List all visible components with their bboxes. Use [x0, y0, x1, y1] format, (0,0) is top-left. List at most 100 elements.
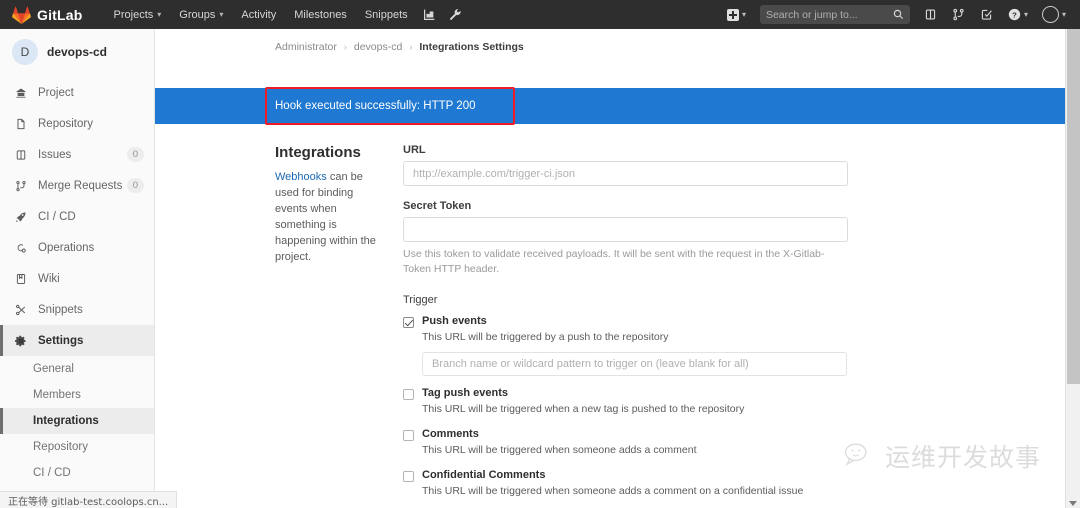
tag-push-events-label[interactable]: Tag push events	[422, 387, 863, 399]
snippets-icon	[13, 304, 29, 316]
confidential-comments-description: This URL will be triggered when someone …	[422, 484, 804, 497]
wiki-book-icon	[13, 273, 29, 285]
breadcrumb-project[interactable]: devops-cd	[354, 41, 402, 53]
sidebar-item-merge-requests[interactable]: Merge Requests 0	[0, 170, 154, 201]
help-button[interactable]: ? ▾	[1002, 6, 1034, 23]
nav-activity-label: Activity	[241, 8, 277, 21]
sidebar-item-repository[interactable]: Repository	[0, 108, 154, 139]
push-events-checkbox[interactable]	[403, 317, 414, 329]
secret-token-input[interactable]	[403, 217, 848, 242]
issues-icon[interactable]	[918, 4, 944, 26]
push-events-branch-input[interactable]	[422, 352, 847, 377]
plus-square-icon	[726, 8, 739, 21]
sidebar-subitem-general[interactable]: General	[0, 356, 154, 382]
webhook-form: URL Secret Token Use this token to valid…	[403, 144, 863, 508]
todos-icon[interactable]	[974, 4, 1000, 26]
gear-icon	[13, 335, 29, 347]
help-icon: ?	[1008, 8, 1021, 21]
page-scrollbar-thumb[interactable]	[1067, 29, 1080, 384]
issues-icon	[13, 149, 29, 161]
integrations-description-column: Integrations Webhooks can be used for bi…	[155, 144, 385, 508]
top-nav-links: Projects ▾ Groups ▾ Activity Milestones …	[105, 3, 469, 27]
merge-requests-count-badge: 0	[126, 178, 144, 193]
sidebar-project-header[interactable]: D devops-cd	[0, 29, 154, 77]
nav-projects-label: Projects	[113, 8, 154, 21]
nav-projects[interactable]: Projects ▾	[105, 3, 171, 27]
sidebar-item-project-label: Project	[38, 86, 74, 99]
search-input[interactable]: Search or jump to...	[759, 5, 910, 24]
tag-push-events-checkbox[interactable]	[403, 389, 414, 401]
sidebar-item-wiki[interactable]: Wiki	[0, 263, 154, 294]
sidebar-subitem-repository-label: Repository	[33, 441, 88, 453]
sidebar-item-snippets-label: Snippets	[38, 303, 83, 316]
create-new-button[interactable]: ▾	[721, 7, 752, 23]
sidebar-item-settings[interactable]: Settings	[0, 325, 154, 356]
sidebar-item-issues-label: Issues	[38, 148, 72, 161]
url-field-group: URL	[403, 144, 863, 186]
sidebar-item-operations-label: Operations	[38, 241, 95, 254]
chevron-down-icon: ▾	[219, 10, 224, 19]
merge-request-icon[interactable]	[946, 4, 972, 26]
sidebar-item-issues[interactable]: Issues 0	[0, 139, 154, 170]
sidebar-item-wiki-label: Wiki	[38, 272, 60, 285]
user-menu-button[interactable]: ▾	[1036, 4, 1072, 25]
comments-description: This URL will be triggered when someone …	[422, 443, 697, 456]
confidential-comments-body: Confidential Comments This URL will be t…	[422, 469, 863, 499]
sidebar-item-ci-cd-label: CI / CD	[38, 210, 76, 223]
wrench-icon[interactable]	[443, 4, 469, 26]
sidebar-subitem-ci-cd[interactable]: CI / CD	[0, 460, 154, 486]
trigger-tag-push-events-row: Tag push events This URL will be trigger…	[403, 387, 863, 417]
repository-icon	[13, 118, 29, 130]
push-events-body: Push events This URL will be triggered b…	[422, 315, 863, 377]
project-name: devops-cd	[47, 45, 108, 59]
confidential-comments-label[interactable]: Confidential Comments	[422, 469, 863, 481]
webhooks-link[interactable]: Webhooks	[275, 171, 327, 183]
breadcrumb-administrator[interactable]: Administrator	[275, 41, 337, 53]
push-events-description: This URL will be triggered by a push to …	[422, 331, 669, 344]
tag-push-events-description: This URL will be triggered when a new ta…	[422, 403, 745, 416]
comments-body: Comments This URL will be triggered when…	[422, 428, 863, 458]
gitlab-logo[interactable]: GitLab	[12, 6, 83, 24]
sidebar-item-project[interactable]: Project	[0, 77, 154, 108]
trigger-section-label: Trigger	[403, 294, 438, 307]
gitlab-brand-text: GitLab	[37, 6, 83, 23]
gitlab-logo-icon	[12, 6, 31, 24]
sidebar-subitem-integrations[interactable]: Integrations	[0, 408, 154, 434]
sidebar-subitem-ci-cd-label: CI / CD	[33, 467, 71, 479]
confidential-comments-checkbox[interactable]	[403, 470, 414, 482]
nav-groups[interactable]: Groups ▾	[170, 3, 232, 27]
sidebar-subitem-integrations-label: Integrations	[33, 415, 99, 427]
sidebar-item-snippets[interactable]: Snippets	[0, 294, 154, 325]
chevron-down-icon: ▾	[157, 10, 162, 19]
comments-checkbox[interactable]	[403, 429, 414, 441]
project-home-icon	[13, 87, 29, 99]
success-alert-banner: Hook executed successfully: HTTP 200	[155, 88, 1065, 124]
main-content-area: Administrator › devops-cd › Integrations…	[155, 29, 1065, 508]
sidebar-subitem-repository[interactable]: Repository	[0, 434, 154, 460]
analytics-icon[interactable]	[417, 4, 443, 26]
nav-snippets[interactable]: Snippets	[356, 3, 417, 27]
secret-token-helper-text: Use this token to validate received payl…	[403, 248, 825, 276]
trigger-push-events-row: Push events This URL will be triggered b…	[403, 315, 863, 377]
search-placeholder: Search or jump to...	[765, 8, 858, 21]
sidebar-subitem-general-label: General	[33, 363, 74, 375]
sidebar-item-merge-requests-label: Merge Requests	[38, 179, 123, 192]
url-input[interactable]	[403, 161, 848, 186]
integrations-page-content: Integrations Webhooks can be used for bi…	[155, 124, 1065, 508]
push-events-label[interactable]: Push events	[422, 315, 863, 327]
trigger-comments-row: Comments This URL will be triggered when…	[403, 428, 863, 458]
breadcrumb: Administrator › devops-cd › Integrations…	[155, 29, 1065, 62]
url-label: URL	[403, 144, 426, 156]
page-scrollbar-track[interactable]	[1065, 29, 1080, 508]
chevron-down-icon: ▾	[1023, 10, 1028, 19]
secret-token-field-group: Secret Token Use this token to validate …	[403, 200, 863, 277]
nav-activity[interactable]: Activity	[232, 3, 285, 27]
merge-request-icon	[13, 180, 29, 192]
sidebar-item-ci-cd[interactable]: CI / CD	[0, 201, 154, 232]
nav-milestones[interactable]: Milestones	[285, 3, 356, 27]
comments-label[interactable]: Comments	[422, 428, 863, 440]
sidebar-item-operations[interactable]: Operations	[0, 232, 154, 263]
chevron-down-icon: ▾	[741, 10, 746, 19]
scroll-down-arrow-icon[interactable]	[1069, 501, 1077, 506]
sidebar-subitem-members[interactable]: Members	[0, 382, 154, 408]
